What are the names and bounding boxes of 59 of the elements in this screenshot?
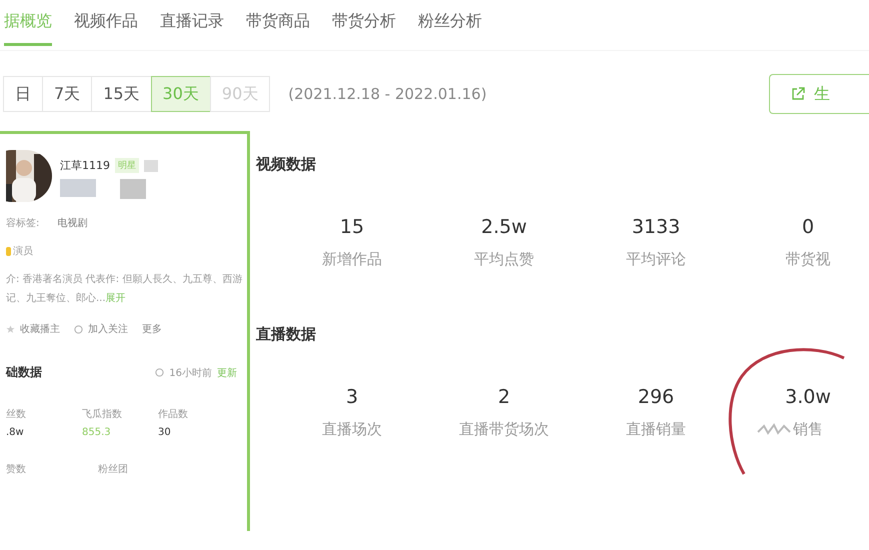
metric-label: 平均点赞 xyxy=(474,250,534,269)
metric-label: 直播场次 xyxy=(322,420,382,439)
metric-label: 销售 xyxy=(793,420,823,439)
stat-value: 855.3 xyxy=(82,427,112,438)
badge: 明星 xyxy=(115,158,139,173)
metric-value: 3 xyxy=(346,386,358,408)
stat-label: 丝数 xyxy=(6,408,27,421)
tab[interactable]: 据概览 xyxy=(4,6,52,46)
stat-label: 飞瓜指数 xyxy=(82,408,123,421)
metric-value: 3133 xyxy=(632,216,680,238)
user-name: 江草1119 xyxy=(60,158,110,173)
section-title: 直播数据 xyxy=(256,325,317,344)
metric-value: 0 xyxy=(802,216,814,238)
generate-button[interactable]: 生 xyxy=(769,74,869,114)
metric-label: 带货视 xyxy=(786,250,830,269)
tab[interactable]: 视频作品 xyxy=(74,6,138,46)
metric-value: 296 xyxy=(638,386,674,408)
blurred-block xyxy=(60,179,96,197)
metric-value: 2.5w xyxy=(481,216,527,238)
expand-link[interactable]: 展开 xyxy=(106,293,126,304)
stat-label: 赞数 xyxy=(6,463,26,476)
section-title: 础数据 xyxy=(6,364,42,381)
refresh-link[interactable]: 更新 xyxy=(217,366,237,380)
tab[interactable]: 带货分析 xyxy=(332,6,396,46)
blurred-block xyxy=(144,160,158,172)
circle-icon xyxy=(74,324,83,334)
period-button[interactable]: 30天 xyxy=(150,76,211,112)
stat-value: .8w xyxy=(6,427,25,438)
tag: 电视剧 xyxy=(57,216,88,230)
metric-label: 新增作品 xyxy=(322,250,382,269)
metric-label: 平均评论 xyxy=(626,250,686,269)
tab[interactable]: 直播记录 xyxy=(160,6,224,46)
star-icon xyxy=(6,324,15,334)
metric-value: 3.0w xyxy=(785,386,831,408)
date-range: (2021.12.18 - 2022.01.16) xyxy=(288,85,487,103)
period-button[interactable]: 15天 xyxy=(91,76,152,112)
action-button[interactable]: 加入关注 xyxy=(74,322,128,336)
metric-value: 2 xyxy=(498,386,510,408)
metric-label: 直播带货场次 xyxy=(459,420,549,439)
stat-value: 30 xyxy=(158,427,172,438)
stat-label: 作品数 xyxy=(158,408,189,421)
action-button[interactable]: 收藏播主 xyxy=(6,322,60,336)
period-button[interactable]: 日 xyxy=(3,76,43,112)
stat-label: 粉丝团 xyxy=(98,462,128,476)
period-button[interactable]: 7天 xyxy=(42,76,92,112)
clock-icon xyxy=(155,368,164,377)
scribble-mark xyxy=(756,422,792,436)
update-time: 16小时前 xyxy=(169,366,212,380)
action-button[interactable]: 更多 xyxy=(142,322,162,336)
blurred-block xyxy=(120,179,146,199)
section-title: 视频数据 xyxy=(256,155,317,174)
bio-text: 介: 香港著名演员 代表作: 但願人長久、九五尊、西游记、九王奪位、郎心...展开 xyxy=(6,272,244,306)
metric-value: 15 xyxy=(340,216,364,238)
role-text: 演员 xyxy=(13,244,33,258)
tab[interactable]: 粉丝分析 xyxy=(418,6,482,46)
share-icon xyxy=(790,86,806,102)
metric-label: 直播销量 xyxy=(626,420,686,439)
tab[interactable]: 带货商品 xyxy=(246,6,310,46)
tag-label: 容标签: xyxy=(6,216,40,230)
